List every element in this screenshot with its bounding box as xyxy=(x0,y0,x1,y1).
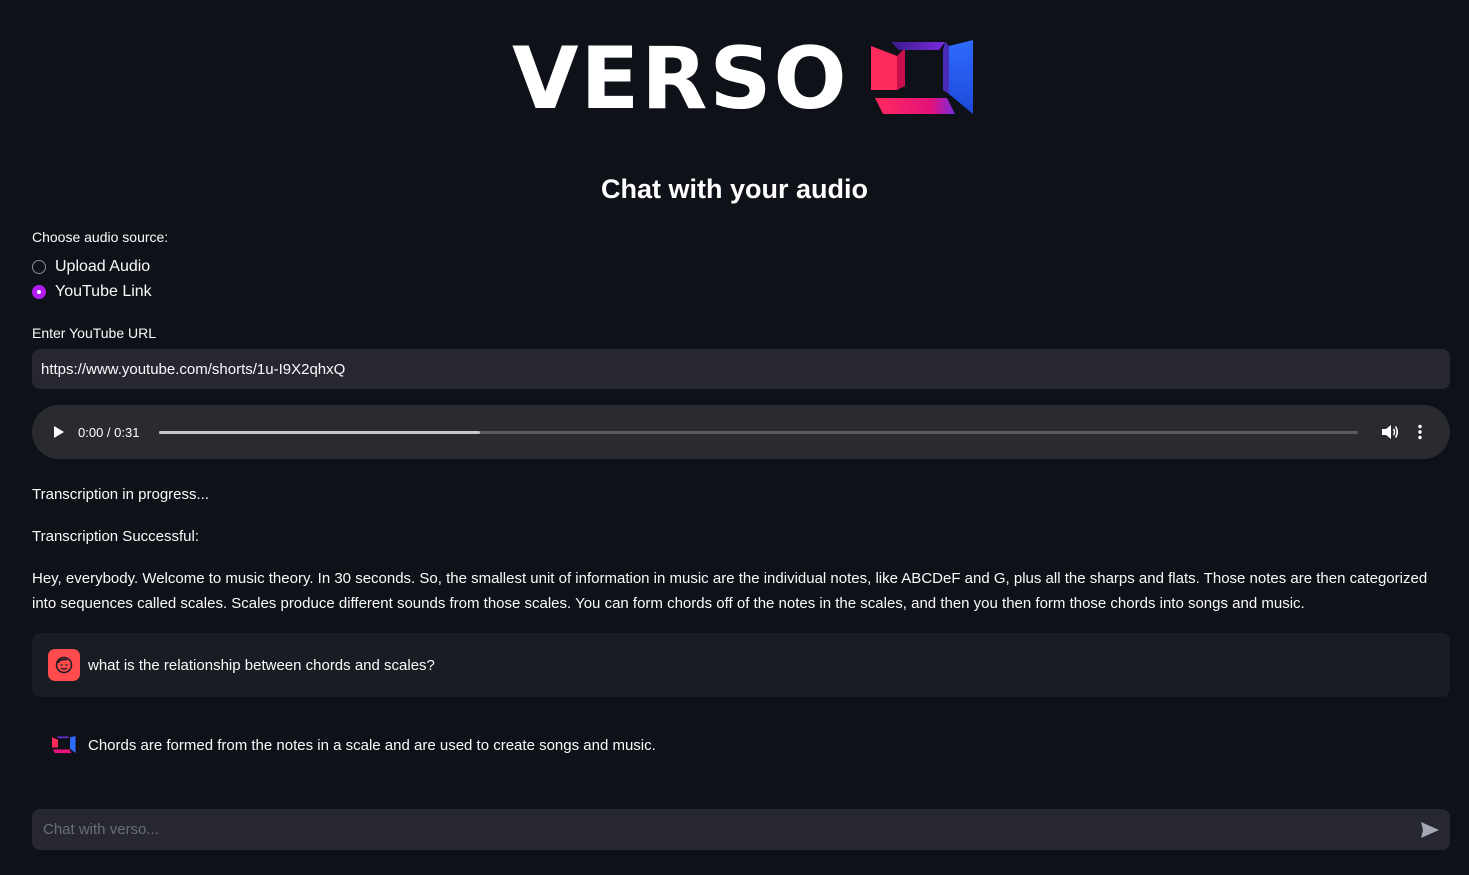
verso-logo: VERSO xyxy=(512,36,975,122)
send-button[interactable] xyxy=(1410,810,1450,850)
chat-input-container xyxy=(32,808,1450,851)
play-button[interactable] xyxy=(52,425,66,439)
transcript-text: Hey, everybody. Welcome to music theory.… xyxy=(32,570,1428,612)
chat-input[interactable] xyxy=(41,808,1410,851)
audio-player: 0:00 / 0:31 xyxy=(32,405,1450,459)
audio-buffered-fill xyxy=(159,430,481,434)
play-icon xyxy=(54,426,64,438)
audio-source-label: Choose audio source: xyxy=(32,229,169,245)
app-page: VERSO Chat with your audio Choose audio … xyxy=(0,0,1469,875)
audio-time: 0:00 / 0:31 xyxy=(78,424,140,440)
user-message-text: what is the relationship between chords … xyxy=(88,656,435,674)
verso-logo-mark-icon xyxy=(870,40,973,114)
audio-progress-track[interactable] xyxy=(159,430,1358,434)
more-options-button[interactable] xyxy=(1412,422,1428,442)
youtube-url-value: https://www.youtube.com/shorts/1u-I9X2qh… xyxy=(41,360,346,378)
volume-button[interactable] xyxy=(1380,422,1400,442)
youtube-url-label: Enter YouTube URL xyxy=(32,325,157,341)
radio-button-checked[interactable] xyxy=(32,285,46,299)
radio-youtube-link[interactable]: YouTube Link xyxy=(32,283,152,301)
transcription-progress-text: Transcription in progress... xyxy=(32,486,210,503)
send-icon xyxy=(1421,821,1439,838)
radio-button-unchecked[interactable] xyxy=(32,260,46,274)
volume-icon xyxy=(1382,425,1399,439)
radio-label-youtube-link: YouTube Link xyxy=(55,283,152,300)
page-title: Chat with your audio xyxy=(601,174,868,204)
chat-message-user: what is the relationship between chords … xyxy=(32,633,1450,697)
more-vertical-icon xyxy=(1418,424,1422,440)
verso-logo-icon xyxy=(52,736,76,754)
assistant-avatar xyxy=(48,729,80,761)
transcription-success-text: Transcription Successful: xyxy=(32,528,200,545)
chat-message-assistant: Chords are formed from the notes in a sc… xyxy=(32,713,1450,777)
youtube-url-input[interactable]: https://www.youtube.com/shorts/1u-I9X2qh… xyxy=(32,349,1450,389)
radio-label-upload-audio: Upload Audio xyxy=(55,258,151,275)
assistant-message-text: Chords are formed from the notes in a sc… xyxy=(88,736,656,754)
user-avatar xyxy=(48,649,80,681)
user-face-icon xyxy=(55,656,73,674)
radio-upload-audio[interactable]: Upload Audio xyxy=(32,258,150,276)
logo-text: VERSO xyxy=(512,29,849,129)
